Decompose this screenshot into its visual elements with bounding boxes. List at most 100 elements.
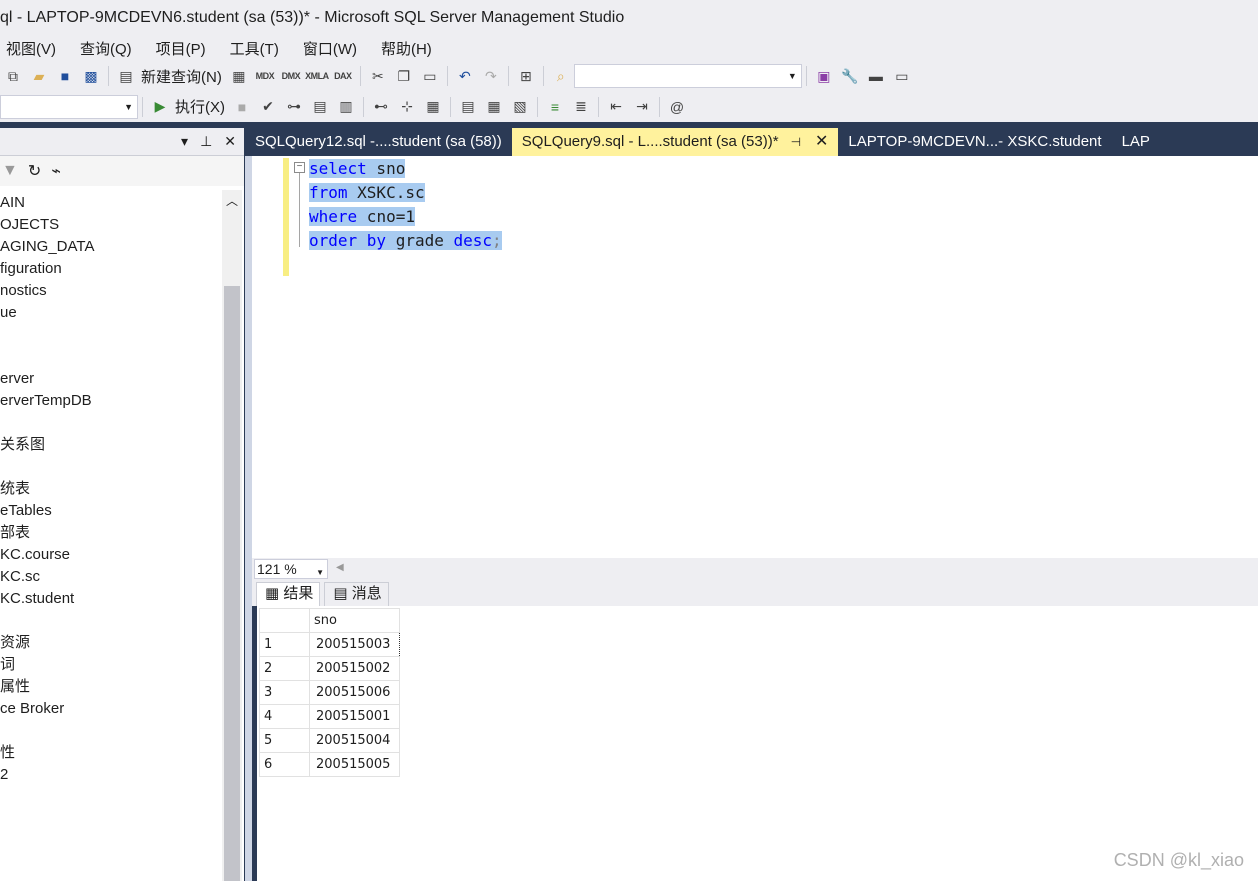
tree-node[interactable]: 关系图 [0,434,222,456]
dax-query-icon[interactable]: DAX [332,65,354,87]
estimated-plan-icon[interactable]: ⊶ [283,96,305,118]
row-number[interactable]: 3 [259,680,310,705]
tree-node[interactable]: figuration [0,258,222,280]
new-query-icon[interactable]: ▤ [115,65,137,87]
tab-sqlquery12[interactable]: SQLQuery12.sql -....student (sa (58)) [245,128,512,156]
properties-wrench-icon[interactable]: 🔧 [839,65,861,87]
xmla-query-icon[interactable]: XMLA [305,65,329,87]
cell[interactable]: 200515005 [309,752,400,777]
dmx-query-icon[interactable]: DMX [280,65,302,87]
tree-node[interactable] [0,720,222,742]
row-number[interactable]: 4 [259,704,310,729]
database-select[interactable]: ▼ [0,94,138,119]
decrease-indent-icon[interactable]: ⇤ [605,96,627,118]
object-explorer-scrollbar[interactable]: ︿ [222,190,242,881]
cell[interactable]: 200515004 [309,728,400,753]
tab-xskc-student[interactable]: LAPTOP-9MCDEVN...- XSKC.student [838,128,1111,156]
tree-node[interactable]: OJECTS [0,214,222,236]
table-row[interactable]: 4 200515001 [259,704,400,729]
search-combo[interactable]: ▼ [573,64,802,88]
query-editor[interactable]: − select sno from XSKC.sc where cno=1 or… [252,156,1258,558]
zoom-select[interactable]: 121 % ▼ [254,559,328,579]
new-project-icon[interactable]: ⧉ [2,65,24,87]
uncomment-icon[interactable]: ≣ [570,96,592,118]
menu-query[interactable]: 查询(Q) [80,38,132,59]
window-position-icon[interactable]: ▾ [181,133,188,150]
tab-results[interactable]: ▦ 结果 [256,582,321,606]
menu-help[interactable]: 帮助(H) [381,38,432,59]
table-row[interactable]: 6 200515005 [259,752,400,777]
undo-icon[interactable]: ↶ [454,65,476,87]
save-icon[interactable]: ■ [54,65,76,87]
chevron-up-icon[interactable]: ︿ [226,192,238,209]
close-icon[interactable]: ✕ [815,128,828,156]
table-row[interactable]: 3 200515006 [259,680,400,705]
results-to-file-icon[interactable]: ▧ [509,96,531,118]
tree-node[interactable]: ue [0,302,222,324]
scrollbar-thumb[interactable] [224,286,240,881]
tree-node[interactable]: ce Broker [0,698,222,720]
menu-window[interactable]: 窗口(W) [303,38,357,59]
tree-node[interactable] [0,346,222,368]
row-number[interactable]: 1 [259,632,310,657]
results-grid-icon[interactable]: ▦ [483,96,505,118]
tree-node[interactable]: nostics [0,280,222,302]
collapse-icon[interactable]: − [294,162,305,173]
filter-icon[interactable]: ▼ [2,162,18,180]
specify-values-icon[interactable]: @ [666,96,688,118]
tree-node[interactable]: erver [0,368,222,390]
row-number-header[interactable] [259,608,310,633]
tree-node[interactable]: 2 [0,764,222,786]
live-stats-icon[interactable]: ⊹ [396,96,418,118]
execute-play-icon[interactable]: ▶ [149,96,171,118]
cell[interactable]: 200515001 [309,704,400,729]
increase-indent-icon[interactable]: ⇥ [631,96,653,118]
cell[interactable]: 200515006 [309,680,400,705]
tree-node[interactable]: 词 [0,654,222,676]
find-icon[interactable]: ⌕ [550,65,572,87]
cut-icon[interactable]: ✂ [367,65,389,87]
toolbox-icon[interactable]: ▬ [865,65,887,87]
tree-node[interactable]: AIN [0,192,222,214]
pin-icon[interactable]: ⊣ [791,128,801,156]
tab-overflow[interactable]: LAP [1112,128,1160,156]
activity-monitor-icon[interactable]: ⊞ [515,65,537,87]
menu-tools[interactable]: 工具(T) [230,38,279,59]
tab-sqlquery9[interactable]: SQLQuery9.sql - L....student (sa (53))* … [511,128,839,156]
table-row[interactable]: 5 200515004 [259,728,400,753]
tree-node[interactable] [0,456,222,478]
tree-node[interactable]: KC.student [0,588,222,610]
results-to-grid-icon[interactable]: ▥ [335,96,357,118]
tab-messages[interactable]: ▤ 消息 [324,582,389,606]
parse-check-icon[interactable]: ✔ [257,96,279,118]
tree-node[interactable]: KC.course [0,544,222,566]
close-icon[interactable]: ✕ [224,133,236,150]
client-stats-icon[interactable]: ▦ [422,96,444,118]
tree-node[interactable]: 属性 [0,676,222,698]
menu-project[interactable]: 项目(P) [156,38,206,59]
execute-button[interactable]: 执行(X) [175,96,225,117]
save-all-icon[interactable]: ▩ [80,65,102,87]
tree-node[interactable] [0,610,222,632]
stop-icon[interactable]: ■ [231,96,253,118]
db-engine-query-icon[interactable]: ▦ [228,65,250,87]
tree-node[interactable]: AGING_DATA [0,236,222,258]
paste-icon[interactable]: ▭ [419,65,441,87]
tree-node[interactable]: 统表 [0,478,222,500]
tree-node[interactable]: 部表 [0,522,222,544]
query-designer-icon[interactable]: ▤ [309,96,331,118]
refresh-icon[interactable]: ↻ [28,161,41,181]
menu-view[interactable]: 视图(V) [6,38,56,59]
open-file-icon[interactable]: ▰ [28,65,50,87]
tree-node[interactable]: 性 [0,742,222,764]
row-number[interactable]: 5 [259,728,310,753]
results-to-text-icon[interactable]: ▤ [457,96,479,118]
table-row[interactable]: 1 200515003 [259,632,400,657]
redo-icon[interactable]: ↷ [480,65,502,87]
new-query-button[interactable]: 新建查询(N) [141,66,222,87]
table-row[interactable]: 2 200515002 [259,656,400,681]
cell[interactable]: 200515002 [309,656,400,681]
row-number[interactable]: 2 [259,656,310,681]
chevron-left-icon[interactable]: ◀ [336,562,344,573]
tree-node[interactable]: eTables [0,500,222,522]
